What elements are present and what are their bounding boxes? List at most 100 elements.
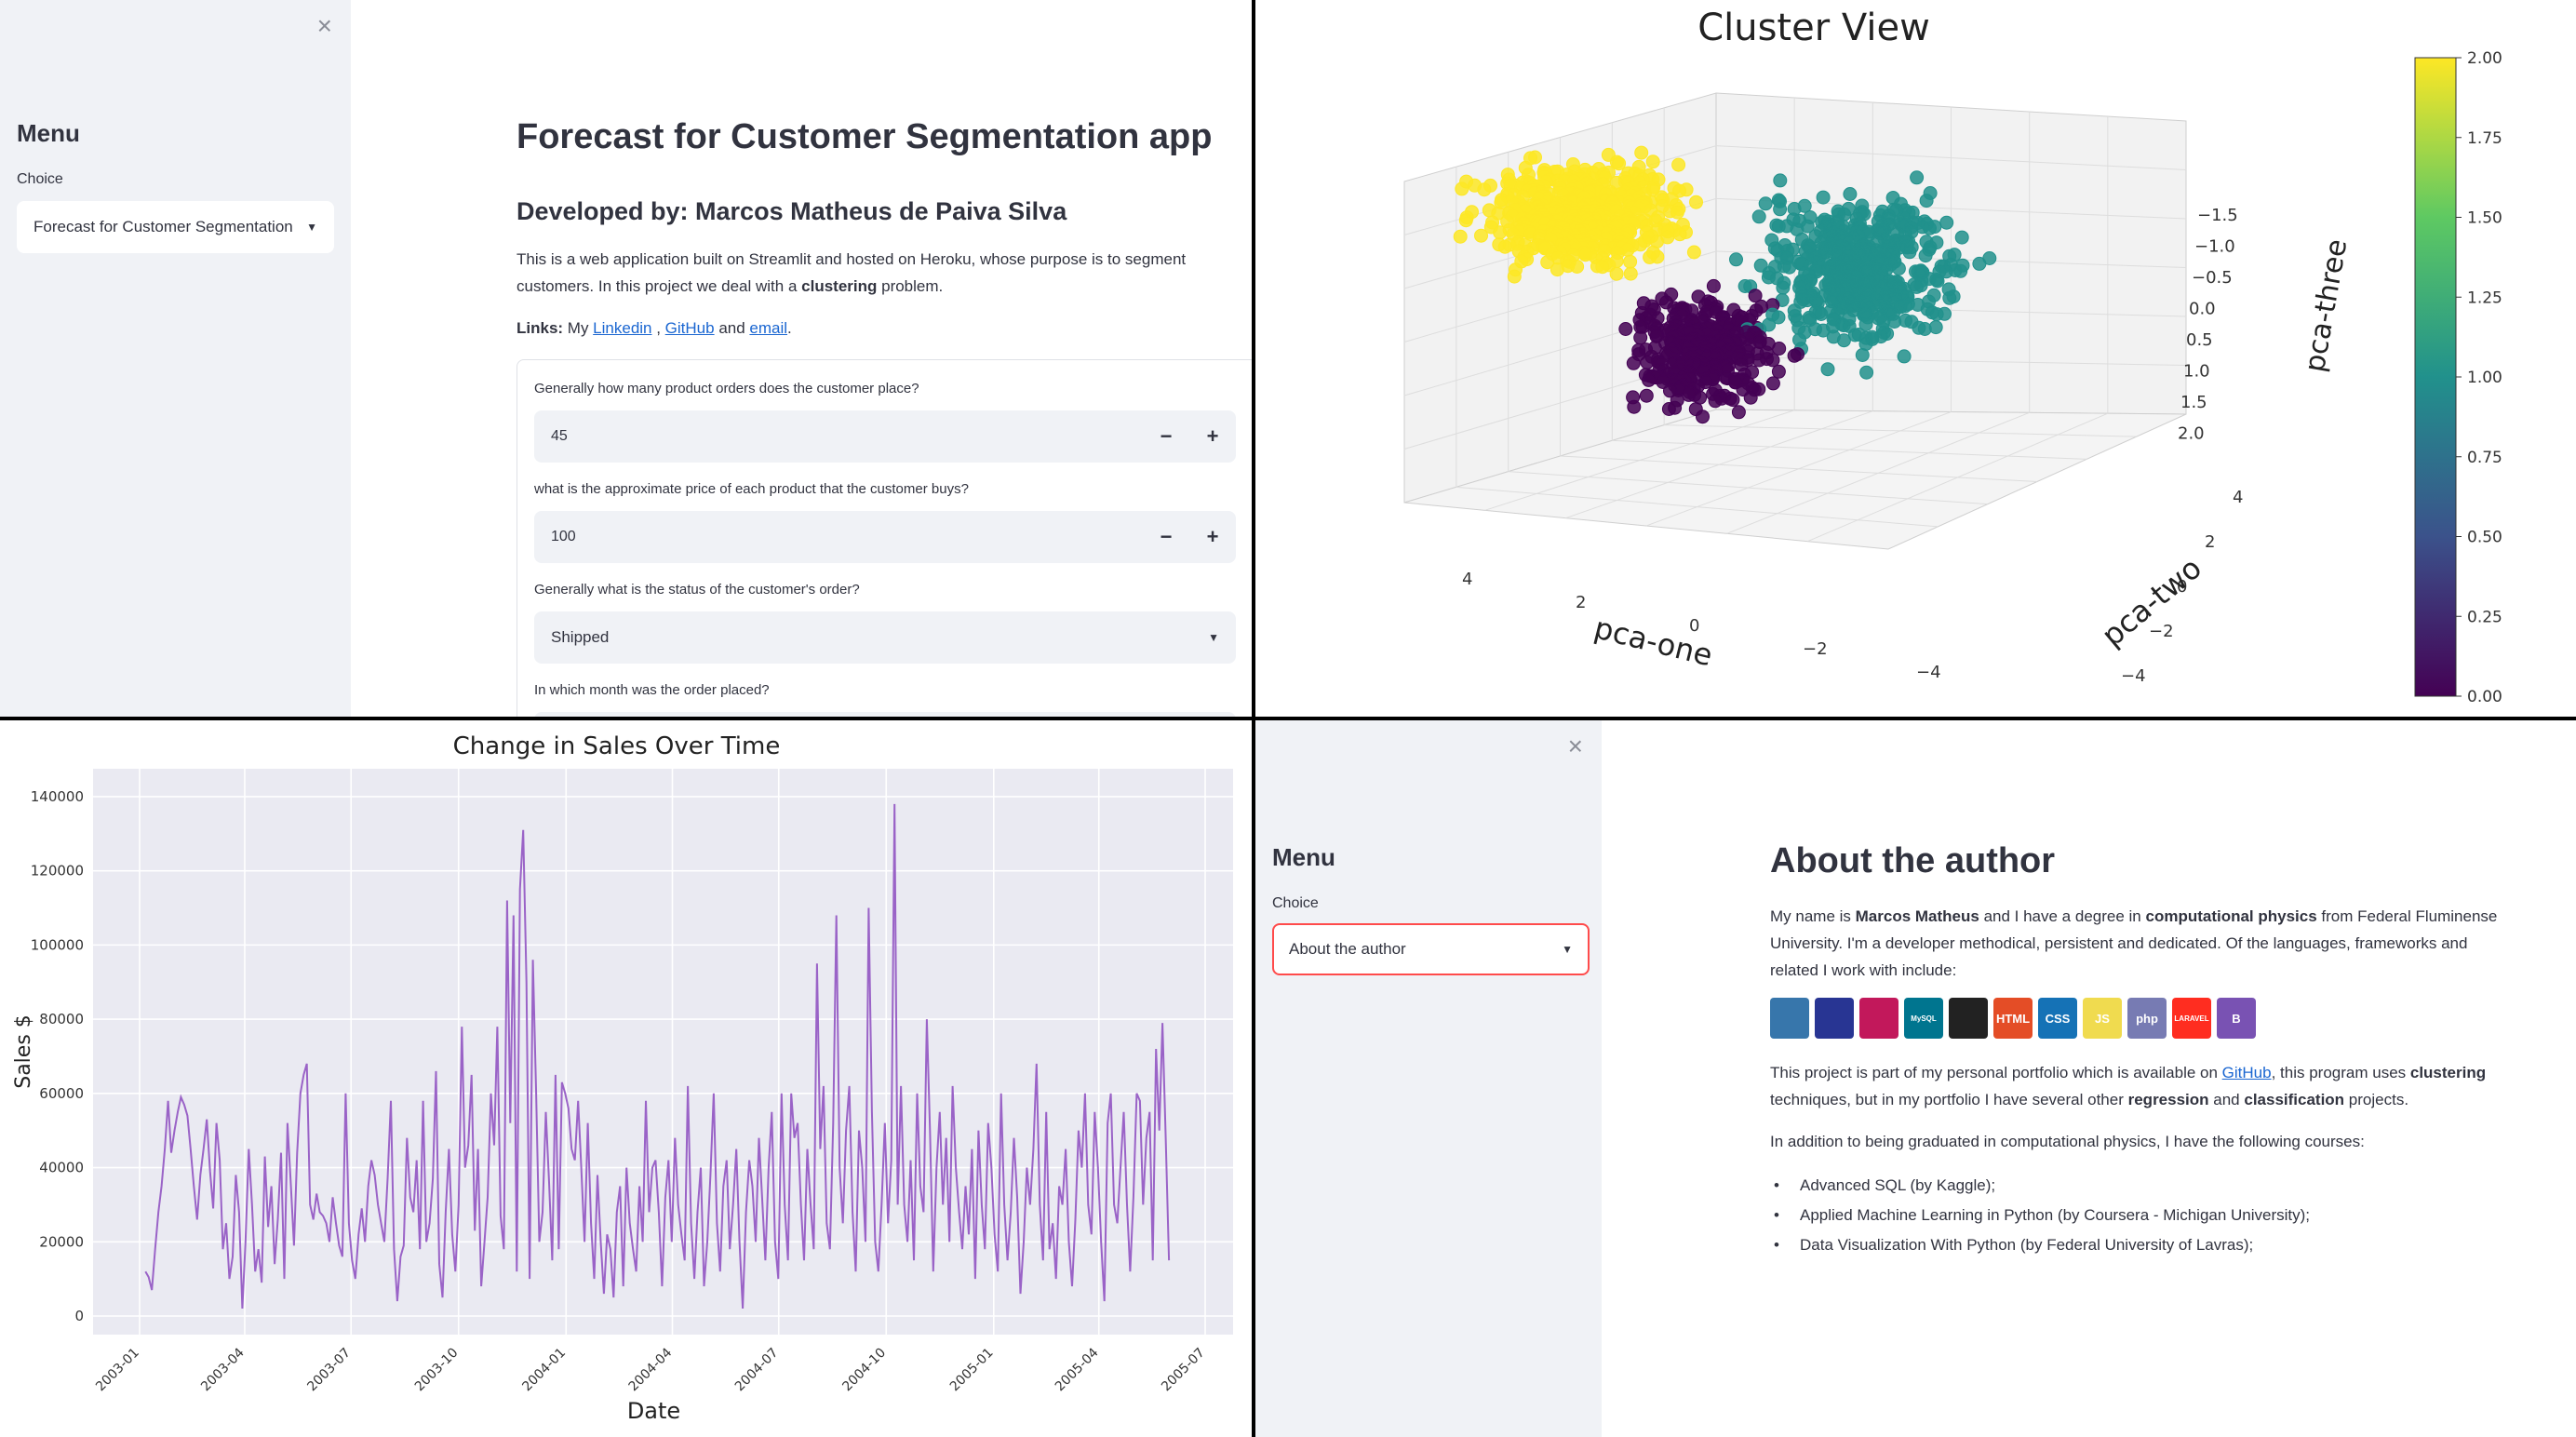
scatter-point bbox=[1910, 170, 1925, 185]
bootstrap-icon: B bbox=[2217, 998, 2256, 1039]
z-tick-label: 2.0 bbox=[2178, 424, 2205, 444]
y-tick-label: 2 bbox=[2205, 532, 2215, 552]
scatter-point bbox=[1672, 227, 1687, 242]
orders-input[interactable]: 45 − + bbox=[534, 410, 1236, 463]
scatter-point bbox=[1765, 353, 1780, 368]
sales-chart: Change in Sales Over Time 0 20000 40000 6000… bbox=[0, 720, 1252, 1437]
price-label: what is the approximate price of each pr… bbox=[534, 481, 969, 497]
close-sidebar-icon[interactable]: × bbox=[1568, 732, 1583, 761]
scatter-point bbox=[1923, 221, 1937, 235]
x-tick-label: 4 bbox=[1462, 570, 1472, 589]
courses-intro: In addition to being graduated in comput… bbox=[1770, 1133, 2365, 1150]
choice-select[interactable]: Forecast for Customer Segmentation ▼ bbox=[17, 201, 334, 253]
scatter-point bbox=[1782, 260, 1797, 275]
orders-decrement-button[interactable]: − bbox=[1143, 410, 1189, 463]
colorbar-tick-label: 1.00 bbox=[2467, 369, 2502, 387]
scatter-point bbox=[1751, 353, 1766, 368]
price-input[interactable]: 100 − + bbox=[534, 511, 1236, 563]
scatter-point bbox=[1626, 356, 1641, 370]
linkedin-link[interactable]: Linkedin bbox=[593, 319, 651, 337]
cluster-view-svg: Cluster View −1.5 −1.0 −0.5 0.0 0.5 1.0 1.5 2.0 p… bbox=[1403, 7, 2502, 706]
bio-line-3: related I work with include: bbox=[1770, 961, 1957, 979]
orders-label: Generally how many product orders does t… bbox=[534, 381, 919, 396]
linux-icon bbox=[1949, 998, 1988, 1039]
colorbar-tick-label: 0.50 bbox=[2467, 529, 2502, 547]
scatter-point bbox=[1897, 349, 1912, 364]
scatter-point bbox=[1787, 348, 1802, 363]
intro-bold: clustering bbox=[801, 277, 878, 295]
bio-text: and I have a degree in bbox=[1979, 907, 2146, 925]
price-increment-button[interactable]: + bbox=[1189, 511, 1236, 563]
cpp-icon bbox=[1859, 998, 1898, 1039]
email-link[interactable]: email bbox=[749, 319, 787, 337]
sales-over-time-svg: Change in Sales Over Time 0 20000 40000 6000… bbox=[12, 732, 1233, 1424]
scatter-point bbox=[1772, 342, 1787, 356]
y-tick-label: 0 bbox=[74, 1308, 84, 1324]
x-axis-label: Date bbox=[627, 1398, 680, 1424]
scatter-point bbox=[1507, 269, 1522, 284]
choice-select[interactable]: About the author ▼ bbox=[1272, 923, 1590, 975]
chart-title: Cluster View bbox=[1697, 7, 1930, 49]
page-subtitle: Developed by: Marcos Matheus de Paiva Si… bbox=[517, 197, 1067, 225]
portfolio-github-link[interactable]: GitHub bbox=[2222, 1064, 2272, 1081]
close-sidebar-icon[interactable]: × bbox=[317, 11, 332, 41]
x-tick-label: 2004-04 bbox=[626, 1345, 676, 1394]
scatter-point bbox=[1816, 190, 1831, 205]
colorbar bbox=[2414, 57, 2457, 697]
links-sep: , bbox=[651, 319, 665, 337]
scatter-point bbox=[1640, 355, 1655, 369]
y-tick-label: 60000 bbox=[39, 1085, 84, 1102]
scatter-point bbox=[1455, 181, 1469, 196]
colorbar-tick-label: 1.25 bbox=[2467, 289, 2502, 307]
orders-increment-button[interactable]: + bbox=[1189, 410, 1236, 463]
x-tick-label: −2 bbox=[1803, 639, 1828, 659]
scatter-point bbox=[1902, 245, 1917, 260]
sidebar-menu-title: Menu bbox=[17, 119, 80, 147]
y-axis-label: Sales $ bbox=[12, 1014, 35, 1089]
portfolio-text: and bbox=[2208, 1091, 2245, 1108]
scatter-point bbox=[1930, 274, 1945, 289]
scatter-point bbox=[1689, 195, 1703, 209]
choice-label: Choice bbox=[1272, 895, 1319, 911]
z-tick-label: −1.5 bbox=[2197, 206, 2238, 225]
scatter-point bbox=[1639, 388, 1654, 403]
scatter-point bbox=[1623, 254, 1638, 269]
z-tick-label: −0.5 bbox=[2192, 268, 2233, 288]
month-select[interactable] bbox=[534, 712, 1236, 717]
scatter-point bbox=[1891, 262, 1906, 275]
y-tick-label: 140000 bbox=[31, 788, 84, 805]
scatter-point bbox=[1595, 260, 1610, 275]
scatter-point bbox=[1696, 410, 1710, 424]
scatter-point bbox=[1843, 187, 1858, 201]
bio-degree: computational physics bbox=[2145, 907, 2317, 925]
x-tick-label: 2003-04 bbox=[198, 1345, 248, 1394]
bio-line-2: University. I'm a developer methodical, … bbox=[1770, 934, 2468, 952]
scatter-point bbox=[1836, 333, 1851, 348]
x-tick-label: 2003-01 bbox=[93, 1346, 142, 1395]
x-tick-label: 2005-04 bbox=[1053, 1345, 1102, 1394]
scatter-point bbox=[1859, 365, 1874, 380]
chevron-down-icon: ▼ bbox=[1562, 943, 1573, 956]
python-icon bbox=[1770, 998, 1809, 1039]
scatter-point bbox=[1887, 315, 1902, 329]
scatter-point bbox=[1771, 219, 1786, 234]
list-item: Data Visualization With Python (by Feder… bbox=[1770, 1230, 2310, 1260]
scatter-point bbox=[1731, 405, 1746, 420]
about-app-screenshot: × Menu Choice About the author ▼ About t… bbox=[1255, 720, 2576, 1437]
price-decrement-button[interactable]: − bbox=[1143, 511, 1189, 563]
sidebar: × Menu Choice About the author ▼ bbox=[1255, 720, 1602, 1437]
z-tick-label: 0.5 bbox=[2186, 330, 2213, 350]
scatter-point bbox=[1939, 215, 1954, 230]
prediction-form: Generally how many product orders does t… bbox=[517, 359, 1252, 717]
x-tick-label: 2003-10 bbox=[412, 1346, 462, 1395]
scatter-point bbox=[1609, 266, 1624, 281]
scatter-point bbox=[1725, 393, 1740, 408]
scatter-point bbox=[1706, 278, 1721, 293]
status-select[interactable]: Shipped ▼ bbox=[534, 611, 1236, 664]
intro-text: customers. In this project we deal with … bbox=[517, 277, 802, 295]
scatter-point bbox=[1458, 213, 1473, 228]
github-link[interactable]: GitHub bbox=[665, 319, 715, 337]
portfolio-text: , this program uses bbox=[2271, 1064, 2410, 1081]
chart-title: Change in Sales Over Time bbox=[453, 732, 781, 760]
scatter-point bbox=[1627, 399, 1642, 414]
